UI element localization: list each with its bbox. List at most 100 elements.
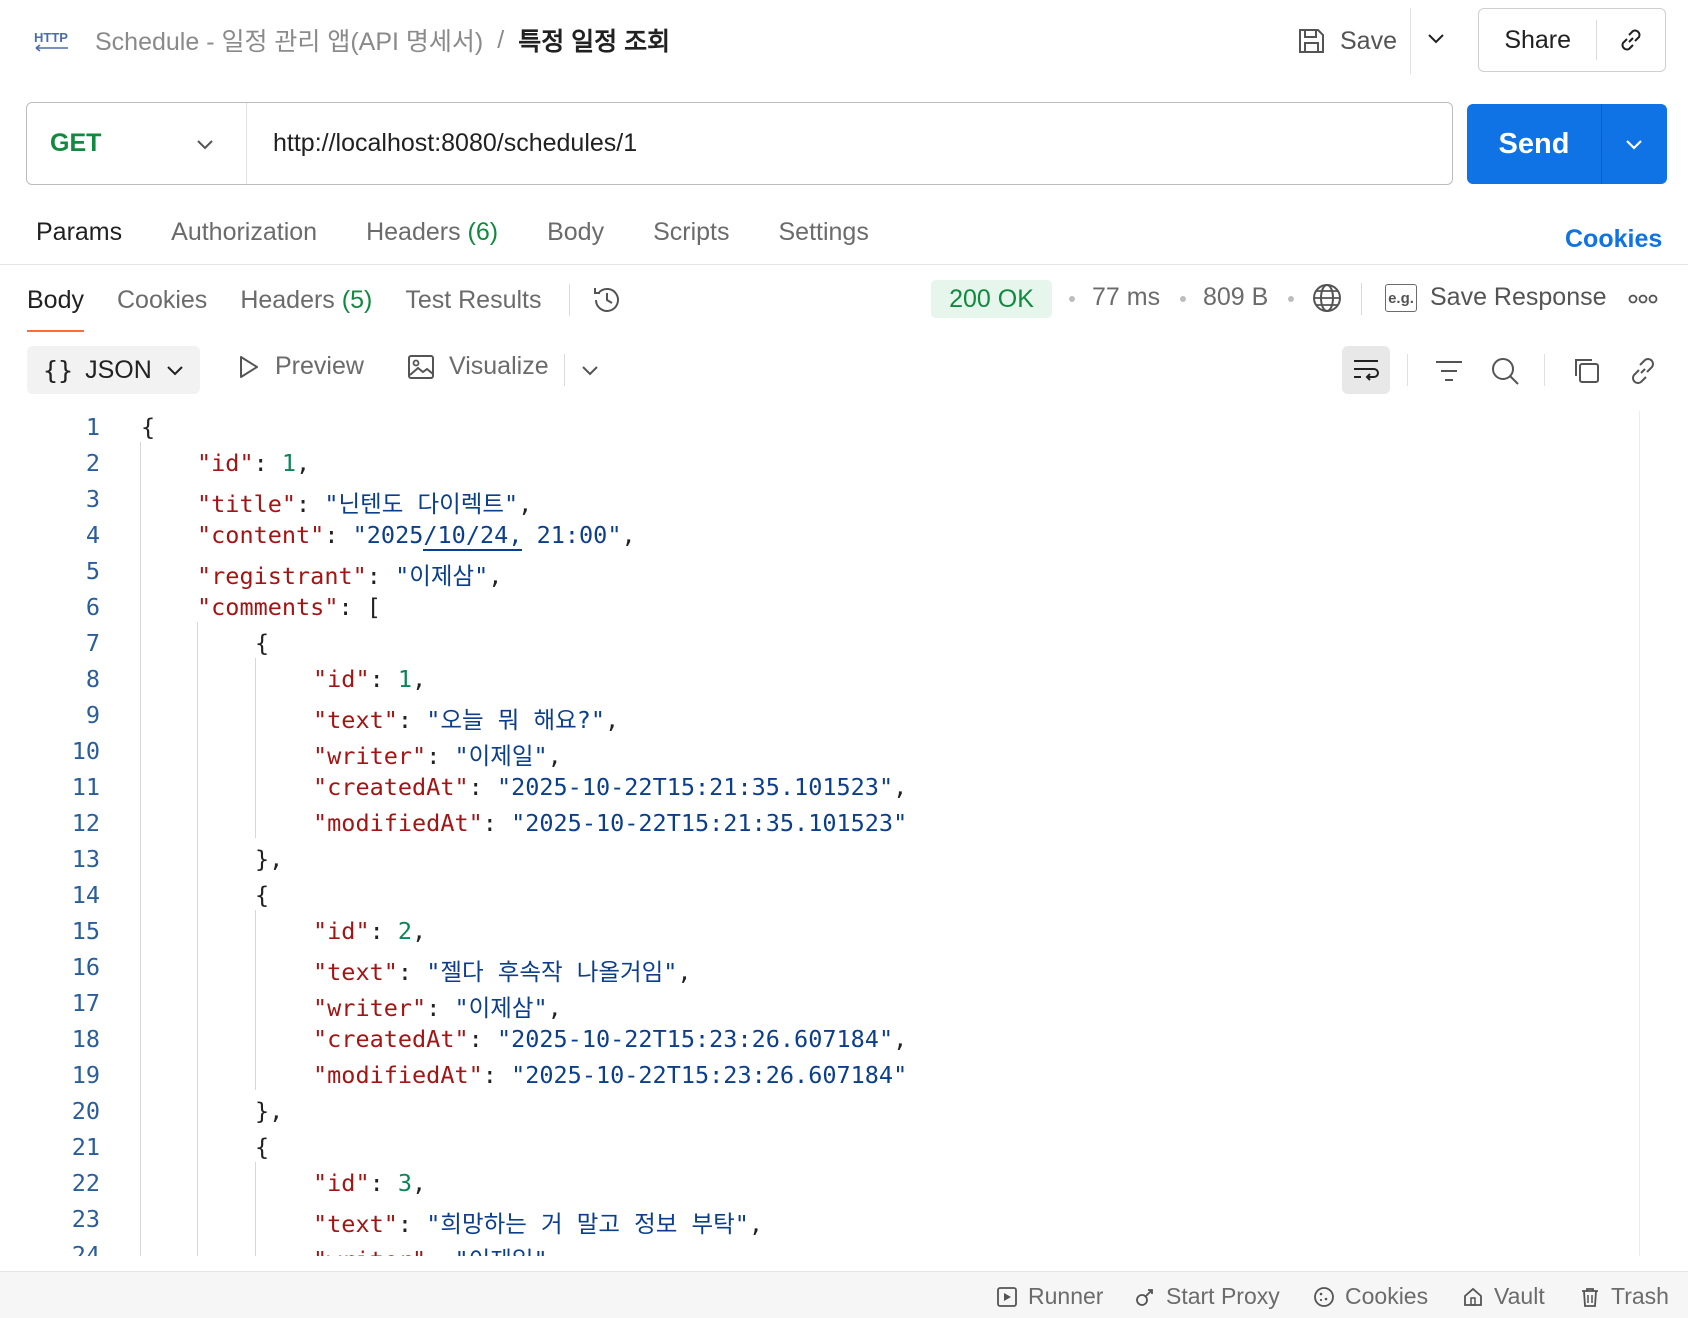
vault-button[interactable]: Vault: [1462, 1283, 1545, 1310]
line-number: 3: [85, 485, 100, 513]
json-key: "text": [313, 706, 398, 734]
send-button[interactable]: Send: [1467, 104, 1667, 184]
save-options-chevron-icon[interactable]: [1424, 26, 1448, 50]
code-line: 10 "writer": "이제일",: [0, 737, 1640, 773]
json-string: "2025-10-22T15:23:26.607184": [511, 1061, 908, 1089]
response-size[interactable]: 809 B: [1203, 283, 1268, 312]
tab-scripts[interactable]: Scripts: [653, 218, 729, 247]
example-icon[interactable]: e.g.: [1385, 284, 1417, 312]
code-line: 16 "text": "젤다 후속작 나올거임",: [0, 953, 1640, 989]
request-header: HTTP Schedule - 일정 관리 앱(API 명세서) / 특정 일정…: [0, 0, 1688, 80]
status-badge[interactable]: 200 OK: [931, 280, 1052, 318]
start-proxy-button[interactable]: Start Proxy: [1134, 1283, 1280, 1310]
link-icon[interactable]: [1626, 354, 1660, 388]
code-text: "writer": "이제삼",: [313, 994, 562, 1022]
toolbar-separator: [1407, 354, 1408, 386]
trash-button[interactable]: Trash: [1579, 1283, 1669, 1310]
cookies-link[interactable]: Cookies: [1565, 225, 1662, 254]
code-line: 15 "id": 2,: [0, 917, 1640, 953]
tab-separator: [568, 284, 570, 316]
tab-response-cookies[interactable]: Cookies: [117, 286, 207, 315]
response-body-editor[interactable]: 1{ 2 "id": 1, 3 "title": "닌텐도 다이렉트", 4 "con…: [0, 411, 1640, 1256]
json-key: "modifiedAt": [313, 1061, 483, 1089]
tab-authorization[interactable]: Authorization: [171, 218, 317, 247]
line-number: 6: [85, 593, 100, 621]
code-line: 14 {: [0, 881, 1640, 917]
tab-headers[interactable]: Headers (6): [366, 218, 498, 247]
wrap-lines-button[interactable]: [1342, 346, 1390, 394]
code-text: "createdAt": "2025-10-22T15:23:26.607184…: [313, 1025, 908, 1053]
json-number: 3: [397, 1169, 413, 1197]
response-time[interactable]: 77 ms: [1092, 283, 1160, 312]
json-key: "text": [313, 1210, 398, 1238]
line-number: 22: [71, 1169, 100, 1197]
code-line: 1{: [0, 413, 1640, 449]
json-key: "id": [313, 665, 370, 693]
code-text: "text": "희망하는 거 말고 정보 부탁",: [313, 1210, 764, 1238]
save-response-button[interactable]: Save Response: [1430, 283, 1607, 312]
breadcrumb: Schedule - 일정 관리 앱(API 명세서) / 특정 일정 조회: [95, 22, 670, 58]
format-select[interactable]: {} JSON: [27, 346, 200, 394]
tab-response-body[interactable]: Body: [27, 286, 84, 332]
cookies-button[interactable]: Cookies: [1313, 1283, 1428, 1310]
more-options-icon[interactable]: [1628, 292, 1658, 306]
code-line: 22 "id": 3,: [0, 1169, 1640, 1205]
code-text: {: [141, 413, 156, 441]
copy-icon[interactable]: [1570, 354, 1604, 388]
runner-button[interactable]: Runner: [996, 1283, 1103, 1310]
json-key: "registrant": [197, 562, 367, 590]
code-line: 8 "id": 1,: [0, 665, 1640, 701]
tab-response-headers-label: Headers: [240, 285, 335, 314]
line-number: 4: [85, 521, 100, 549]
line-number: 21: [71, 1133, 100, 1161]
json-key: "modifiedAt": [313, 809, 483, 837]
json-key: "writer": [313, 742, 427, 770]
trash-icon: [1582, 1287, 1598, 1307]
tab-test-results[interactable]: Test Results: [405, 286, 541, 315]
method-select[interactable]: GET: [27, 103, 247, 184]
request-name[interactable]: 특정 일정 조회: [518, 22, 670, 58]
visualize-button[interactable]: Visualize: [407, 352, 549, 381]
chevron-down-icon[interactable]: [578, 358, 602, 382]
save-button[interactable]: Save: [1296, 18, 1397, 64]
tab-response-headers[interactable]: Headers (5): [240, 286, 372, 315]
code-line: 2 "id": 1,: [0, 449, 1640, 485]
json-string: "2025-10-22T15:23:26.607184": [496, 1025, 894, 1053]
code-line: 6 "comments": [: [0, 593, 1640, 629]
globe-icon[interactable]: [1310, 281, 1344, 315]
code-text: "id": 2,: [313, 917, 427, 945]
code-text: "title": "닌텐도 다이렉트",: [197, 490, 533, 518]
cookie-icon: [1314, 1286, 1334, 1307]
code-line: 4 "content": "2025/10/24, 21:00",: [0, 521, 1640, 557]
json-key: "id": [313, 917, 370, 945]
search-icon[interactable]: [1488, 354, 1522, 388]
url-input[interactable]: http://localhost:8080/schedules/1: [247, 129, 637, 158]
history-icon[interactable]: [590, 283, 624, 317]
wrap-icon: [1354, 360, 1379, 381]
json-string: "젤다 후속작 나올거임": [426, 958, 678, 986]
code-text: },: [255, 845, 284, 873]
tab-settings[interactable]: Settings: [778, 218, 868, 247]
json-string-link[interactable]: /10/24,: [423, 521, 523, 551]
code-line: 20},: [0, 1097, 1640, 1133]
tab-body[interactable]: Body: [547, 218, 604, 247]
scrollbar-track[interactable]: [1639, 411, 1640, 1256]
copy-link-button[interactable]: [1597, 25, 1665, 55]
code-line: 9 "text": "오늘 뭐 해요?",: [0, 701, 1640, 737]
json-string: 21:00": [522, 521, 622, 549]
breadcrumb-collection[interactable]: Schedule - 일정 관리 앱(API 명세서): [95, 22, 483, 58]
send-options-button[interactable]: [1602, 133, 1666, 155]
tab-params[interactable]: Params: [36, 218, 122, 247]
send-label: Send: [1498, 127, 1570, 160]
json-key: "writer": [313, 994, 427, 1022]
line-number: 10: [71, 737, 100, 765]
code-text: {: [255, 881, 270, 909]
response-tabs: Body Cookies Headers (5) Test Results: [27, 283, 624, 332]
preview-button[interactable]: Preview: [235, 352, 364, 381]
filter-icon[interactable]: [1432, 354, 1466, 388]
code-line: 3 "title": "닌텐도 다이렉트",: [0, 485, 1640, 521]
url-bar: GET http://localhost:8080/schedules/1: [26, 102, 1453, 185]
proxy-icon: [1136, 1288, 1153, 1306]
runner-icon: [997, 1286, 1017, 1307]
share-button[interactable]: Share: [1478, 8, 1666, 72]
